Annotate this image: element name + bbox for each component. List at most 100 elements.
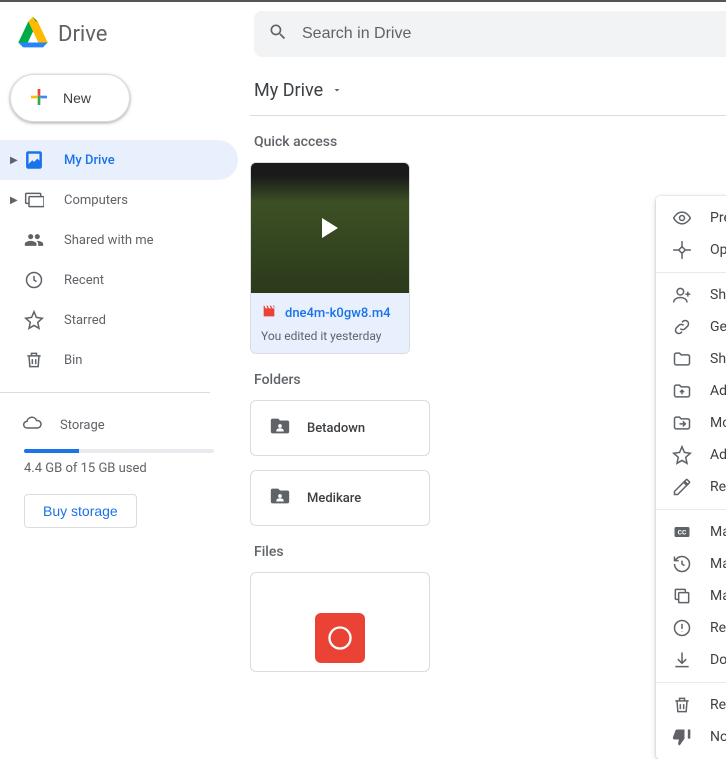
menu-item-preview[interactable]: Preview bbox=[656, 202, 726, 234]
file-card[interactable] bbox=[250, 572, 430, 672]
nav-label: Recent bbox=[64, 273, 104, 288]
menu-item-label: Add to Starred bbox=[710, 447, 726, 463]
folder-shared-icon bbox=[269, 415, 291, 441]
app-name: Drive bbox=[58, 22, 107, 47]
menu-separator bbox=[656, 682, 726, 683]
menu-item-not-a-helpful-suggestion[interactable]: Not a helpful suggestion bbox=[656, 721, 726, 753]
link-icon bbox=[672, 317, 692, 337]
menu-item-label: Remove bbox=[710, 697, 726, 713]
logo-area[interactable]: Drive bbox=[16, 15, 254, 53]
location-label: My Drive bbox=[254, 80, 323, 101]
buy-storage-button[interactable]: Buy storage bbox=[24, 494, 137, 528]
menu-item-label: Manage versions bbox=[710, 556, 726, 572]
folder-name: Medikare bbox=[307, 491, 361, 506]
section-quick-title: Quick access bbox=[254, 134, 726, 150]
menu-separator bbox=[656, 272, 726, 273]
video-file-icon bbox=[261, 303, 277, 323]
menu-item-report-abuse[interactable]: Report abuse bbox=[656, 612, 726, 644]
folder-shared-icon bbox=[269, 485, 291, 511]
folder-item[interactable]: Betadown bbox=[250, 400, 430, 456]
quick-file-name: dne4m-k0gw8.m4 bbox=[285, 306, 391, 321]
sidebar-item-storage[interactable]: Storage bbox=[0, 405, 238, 445]
shortcut-icon bbox=[672, 381, 692, 401]
sidebar-item-starred[interactable]: Starred bbox=[0, 300, 238, 340]
openwith-icon bbox=[672, 240, 692, 260]
menu-item-make-a-copy[interactable]: Make a copy bbox=[656, 580, 726, 612]
drive-logo-icon bbox=[16, 15, 50, 53]
menu-item-remove[interactable]: Remove bbox=[656, 689, 726, 721]
sidebar-item-recent[interactable]: Recent bbox=[0, 260, 238, 300]
storage-used-text: 4.4 GB of 15 GB used bbox=[24, 461, 238, 476]
menu-item-download[interactable]: Download bbox=[656, 644, 726, 676]
pdf-file-icon bbox=[315, 613, 365, 663]
star-icon bbox=[672, 445, 692, 465]
storage-label: Storage bbox=[60, 418, 105, 433]
menu-item-label: Add a shortcut to Drive bbox=[710, 383, 726, 399]
my-drive-icon bbox=[22, 150, 46, 170]
caret-right-icon: ▶ bbox=[10, 155, 22, 166]
nav: ▶ My Drive ▶ Computers Shared with me bbox=[0, 140, 238, 380]
storage-meter bbox=[24, 449, 214, 453]
sidebar-item-my-drive[interactable]: ▶ My Drive bbox=[0, 140, 238, 180]
svg-text:CC: CC bbox=[678, 529, 687, 537]
new-button-label: New bbox=[63, 90, 91, 106]
quick-file-subtitle: You edited it yesterday bbox=[261, 329, 399, 343]
sidebar-item-computers[interactable]: ▶ Computers bbox=[0, 180, 238, 220]
nav-label: Shared with me bbox=[64, 233, 154, 248]
clock-icon bbox=[22, 270, 46, 290]
thumbdown-icon bbox=[672, 727, 692, 747]
nav-label: My Drive bbox=[64, 153, 115, 168]
dropdown-icon bbox=[331, 80, 343, 101]
sidebar: New ▶ My Drive ▶ Computers bbox=[0, 66, 238, 672]
plus-icon bbox=[27, 85, 51, 112]
sidebar-item-shared[interactable]: Shared with me bbox=[0, 220, 238, 260]
menu-item-label: Report abuse bbox=[710, 620, 726, 636]
sidebar-item-bin[interactable]: Bin bbox=[0, 340, 238, 380]
menu-item-label: Rename bbox=[710, 479, 726, 495]
menu-item-rename[interactable]: Rename bbox=[656, 471, 726, 503]
play-icon bbox=[322, 218, 338, 238]
location-breadcrumb[interactable]: My Drive bbox=[250, 76, 726, 116]
divider bbox=[0, 392, 210, 393]
menu-item-open-with[interactable]: Open with bbox=[656, 234, 726, 266]
nav-label: Starred bbox=[64, 313, 106, 328]
menu-item-share[interactable]: Share bbox=[656, 279, 726, 311]
menu-item-move-to[interactable]: Move to bbox=[656, 407, 726, 439]
moveto-icon bbox=[672, 413, 692, 433]
versions-icon bbox=[672, 554, 692, 574]
menu-item-add-to-starred[interactable]: Add to Starred bbox=[656, 439, 726, 471]
quick-access-card[interactable]: dne4m-k0gw8.m4 You edited it yesterday bbox=[250, 162, 410, 354]
search-bar[interactable] bbox=[254, 11, 726, 57]
people-icon bbox=[22, 230, 46, 250]
new-button[interactable]: New bbox=[10, 74, 130, 122]
menu-item-show-file-location[interactable]: Show file location bbox=[656, 343, 726, 375]
search-icon bbox=[268, 22, 288, 46]
menu-item-label: Open with bbox=[710, 242, 726, 258]
menu-item-manage-versions[interactable]: Manage versions bbox=[656, 548, 726, 580]
copy-icon bbox=[672, 586, 692, 606]
menu-item-manage-caption-tracks[interactable]: CCManage caption tracks bbox=[656, 516, 726, 548]
nav-label: Computers bbox=[64, 193, 128, 208]
menu-item-label: Move to bbox=[710, 415, 726, 431]
trash-icon bbox=[22, 350, 46, 370]
context-menu: Preview Open with Share Get linkShow file l… bbox=[656, 196, 726, 759]
menu-item-add-a-shortcut-to-drive[interactable]: Add a shortcut to Drive bbox=[656, 375, 726, 407]
eye-icon bbox=[672, 208, 692, 228]
menu-item-label: Share bbox=[710, 287, 726, 303]
rename-icon bbox=[672, 477, 692, 497]
folder-icon bbox=[672, 349, 692, 369]
video-thumbnail bbox=[251, 163, 409, 293]
menu-item-label: Preview bbox=[710, 210, 726, 226]
cc-icon: CC bbox=[672, 522, 692, 542]
report-icon bbox=[672, 618, 692, 638]
nav-label: Bin bbox=[64, 353, 82, 368]
cloud-icon bbox=[22, 413, 42, 437]
menu-separator bbox=[656, 509, 726, 510]
header: Drive bbox=[0, 2, 726, 66]
folder-item[interactable]: Medikare bbox=[250, 470, 430, 526]
search-input[interactable] bbox=[302, 25, 712, 43]
main-area: My Drive Quick access dne4m-k0gw8.m4 You… bbox=[238, 66, 726, 672]
menu-item-label: Download bbox=[710, 652, 726, 668]
personadd-icon bbox=[672, 285, 692, 305]
menu-item-get-link[interactable]: Get link bbox=[656, 311, 726, 343]
